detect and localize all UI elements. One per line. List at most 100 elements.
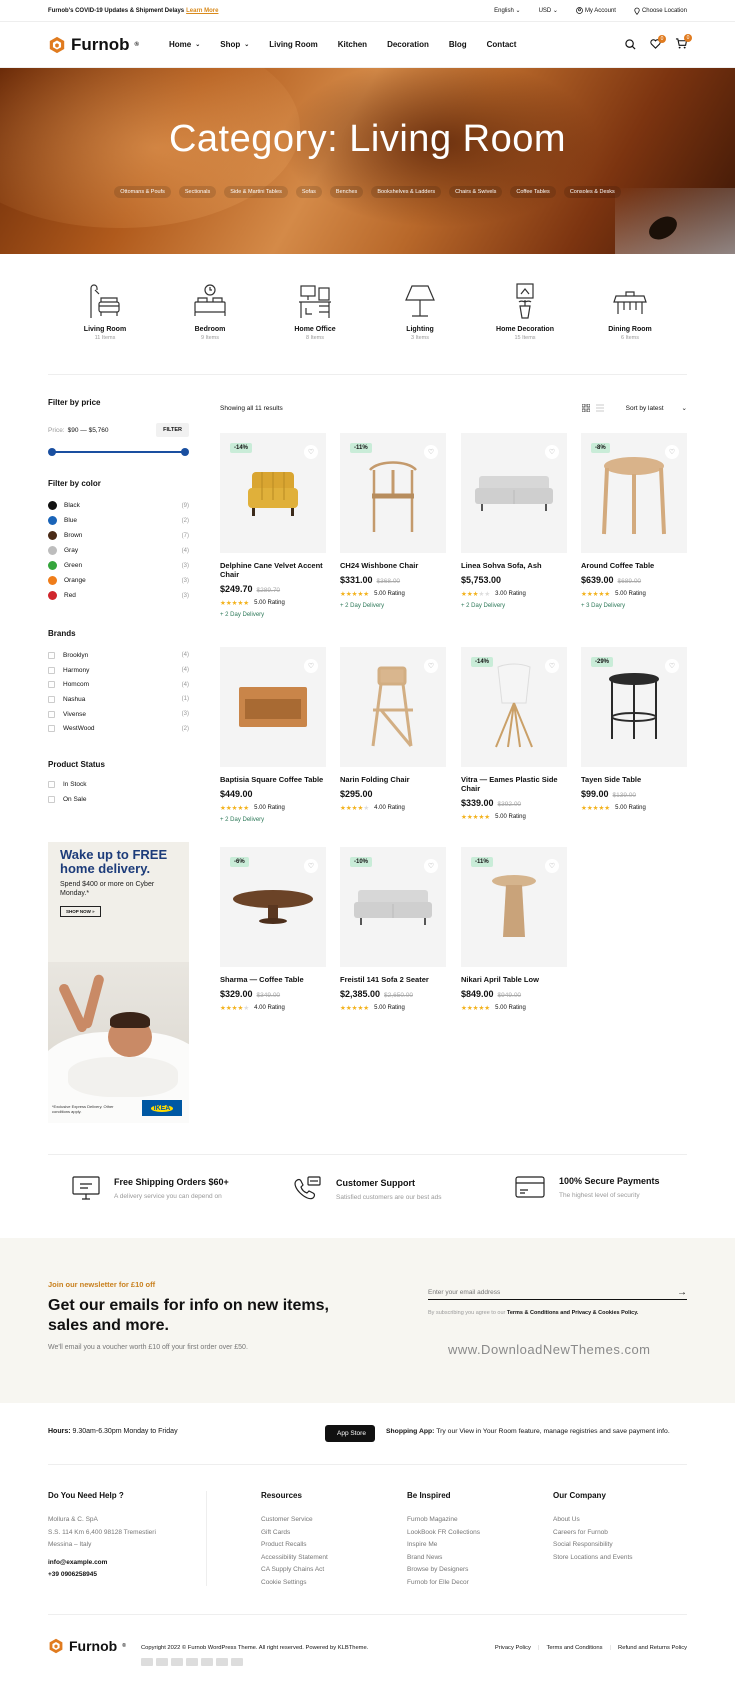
product-card[interactable]: -14% ♡ Delphine Cane Velvet Accent Chair $2… xyxy=(220,433,326,618)
search-icon[interactable] xyxy=(625,39,636,50)
nav-shop[interactable]: Shop ⌄ xyxy=(220,40,249,49)
brand-filter-item[interactable]: Harmony (4) xyxy=(48,663,189,678)
product-image[interactable]: -10% ♡ xyxy=(340,847,446,967)
checkbox[interactable] xyxy=(48,681,55,689)
category-bedroom[interactable]: Bedroom 9 Items xyxy=(175,282,245,352)
product-name[interactable]: Narin Folding Chair xyxy=(340,775,446,784)
nav-kitchen[interactable]: Kitchen xyxy=(338,40,367,49)
heart-icon[interactable]: ♡ xyxy=(304,859,318,873)
footer-logo[interactable]: Furnob ® xyxy=(48,1638,126,1654)
choose-location-link[interactable]: Choose Location xyxy=(634,7,687,15)
product-image[interactable]: -14% ♡ xyxy=(461,647,567,767)
heart-icon[interactable]: ♡ xyxy=(304,659,318,673)
subcategory-chip[interactable]: Side & Martini Tables xyxy=(224,186,288,198)
sort-select[interactable]: Sort by latest ⌄ xyxy=(626,404,687,413)
subcategory-chip[interactable]: Sofas xyxy=(295,186,322,198)
heart-icon[interactable]: ♡ xyxy=(545,659,559,673)
newsletter-email-input[interactable] xyxy=(428,1289,677,1296)
color-filter-item[interactable]: Red (3) xyxy=(48,588,189,603)
product-name[interactable]: Around Coffee Table xyxy=(581,561,687,570)
app-store-badge[interactable]: App Store xyxy=(325,1425,375,1442)
heart-icon[interactable]: ♡ xyxy=(424,659,438,673)
price-slider[interactable] xyxy=(48,447,189,457)
product-card[interactable]: -11% ♡ CH24 Wishbone Chair $331.00 $368.00 ★★… xyxy=(340,433,446,609)
color-filter-item[interactable]: Black (9) xyxy=(48,498,189,513)
brand-filter-item[interactable]: Nashua (1) xyxy=(48,692,189,707)
grid-view-icon[interactable] xyxy=(581,404,590,412)
footer-link[interactable]: Browse by Designers xyxy=(407,1564,537,1577)
promo-banner[interactable]: Wake up to FREE home delivery. Spend $40… xyxy=(48,842,189,1123)
nav-decoration[interactable]: Decoration xyxy=(387,40,429,49)
checkbox[interactable] xyxy=(48,725,55,733)
subcategory-chip[interactable]: Chairs & Swivels xyxy=(449,186,503,198)
subcategory-chip[interactable]: Coffee Tables xyxy=(510,186,556,198)
status-on-sale[interactable]: On Sale xyxy=(48,792,189,807)
product-image[interactable]: -6% ♡ xyxy=(220,847,326,967)
product-image[interactable]: -11% ♡ xyxy=(340,433,446,553)
product-image[interactable]: ♡ xyxy=(220,647,326,767)
footer-email[interactable]: info@example.com xyxy=(48,1557,198,1570)
status-in-stock[interactable]: In Stock xyxy=(48,777,189,792)
product-image[interactable]: -8% ♡ xyxy=(581,433,687,553)
footer-link[interactable]: About Us xyxy=(553,1514,687,1527)
footer-link[interactable]: Product Recalls xyxy=(261,1539,391,1552)
heart-icon[interactable]: ♡ xyxy=(545,445,559,459)
nav-contact[interactable]: Contact xyxy=(487,40,517,49)
product-name[interactable]: Tayen Side Table xyxy=(581,775,687,784)
heart-icon[interactable]: ♡ xyxy=(665,445,679,459)
brand-filter-item[interactable]: Homcom (4) xyxy=(48,677,189,692)
footer-link[interactable]: Furnob Magazine xyxy=(407,1514,537,1527)
product-image[interactable]: -14% ♡ xyxy=(220,433,326,553)
privacy-policy-link[interactable]: Privacy Policy xyxy=(495,1645,531,1651)
product-name[interactable]: Sharma — Coffee Table xyxy=(220,975,326,984)
arrow-right-icon[interactable]: → xyxy=(677,1287,687,1298)
refund-policy-link[interactable]: Refund and Returns Policy xyxy=(618,1645,687,1651)
checkbox[interactable] xyxy=(48,666,55,674)
product-name[interactable]: Delphine Cane Velvet Accent Chair xyxy=(220,561,326,579)
product-name[interactable]: CH24 Wishbone Chair xyxy=(340,561,446,570)
nav-living-room[interactable]: Living Room xyxy=(269,40,317,49)
product-image[interactable]: -11% ♡ xyxy=(461,847,567,967)
subcategory-chip[interactable]: Bookshelves & Ladders xyxy=(371,186,442,198)
product-card[interactable]: -8% ♡ Around Coffee Table $639.00 $689.00 ★★★… xyxy=(581,433,687,609)
product-name[interactable]: Baptisia Square Coffee Table xyxy=(220,775,326,784)
my-account-link[interactable]: My Account xyxy=(576,7,616,14)
footer-link[interactable]: Social Responsibility xyxy=(553,1539,687,1552)
color-filter-item[interactable]: Green (3) xyxy=(48,558,189,573)
footer-link[interactable]: Gift Cards xyxy=(261,1527,391,1540)
nav-home[interactable]: Home ⌄ xyxy=(169,40,200,49)
category-dining-room[interactable]: Dining Room 6 Items xyxy=(595,282,665,352)
product-card[interactable]: ♡ Linea Sohva Sofa, Ash $5,753.00 ★★★★★ 3.00… xyxy=(461,433,567,609)
product-card[interactable]: ♡ Baptisia Square Coffee Table $449.00 ★★★★… xyxy=(220,647,326,823)
product-card[interactable]: -14% ♡ Vitra — Eames Plastic Side Chair $33… xyxy=(461,647,567,821)
footer-link[interactable]: Furnob for Elle Decor xyxy=(407,1577,537,1590)
nav-blog[interactable]: Blog xyxy=(449,40,467,49)
language-selector[interactable]: English ⌄ xyxy=(494,7,520,14)
subcategory-chip[interactable]: Consoles & Desks xyxy=(563,186,621,198)
product-card[interactable]: -6% ♡ Sharma — Coffee Table $329.00 $349.00 ★… xyxy=(220,847,326,1012)
color-filter-item[interactable]: Brown (7) xyxy=(48,528,189,543)
product-image[interactable]: ♡ xyxy=(340,647,446,767)
footer-link[interactable]: Customer Service xyxy=(261,1514,391,1527)
product-image[interactable]: -29% ♡ xyxy=(581,647,687,767)
list-view-icon[interactable] xyxy=(595,404,604,412)
category-home-decoration[interactable]: Home Decoration 15 Items xyxy=(490,282,560,352)
heart-icon[interactable]: ♡ xyxy=(545,859,559,873)
product-image[interactable]: ♡ xyxy=(461,433,567,553)
footer-link[interactable]: Brand News xyxy=(407,1552,537,1565)
product-name[interactable]: Freistil 141 Sofa 2 Seater xyxy=(340,975,446,984)
logo[interactable]: Furnob ® xyxy=(48,35,139,55)
category-living-room[interactable]: Living Room 11 Items xyxy=(70,282,140,352)
learn-more-link[interactable]: Learn More xyxy=(186,8,218,14)
footer-link[interactable]: CA Supply Chains Act xyxy=(261,1564,391,1577)
checkbox[interactable] xyxy=(48,710,55,718)
product-name[interactable]: Nikari April Table Low xyxy=(461,975,567,984)
brand-filter-item[interactable]: Brooklyn (4) xyxy=(48,648,189,663)
product-card[interactable]: -10% ♡ Freistil 141 Sofa 2 Seater $2,385.00… xyxy=(340,847,446,1012)
product-name[interactable]: Linea Sohva Sofa, Ash xyxy=(461,561,567,570)
product-card[interactable]: ♡ Narin Folding Chair $295.00 ★★★★★ 4.00 Rat… xyxy=(340,647,446,812)
cart-button[interactable]: 0 xyxy=(675,34,692,51)
price-slider-max-handle[interactable] xyxy=(181,448,189,456)
checkbox[interactable] xyxy=(48,695,55,703)
brand-filter-item[interactable]: WestWood (2) xyxy=(48,721,189,736)
